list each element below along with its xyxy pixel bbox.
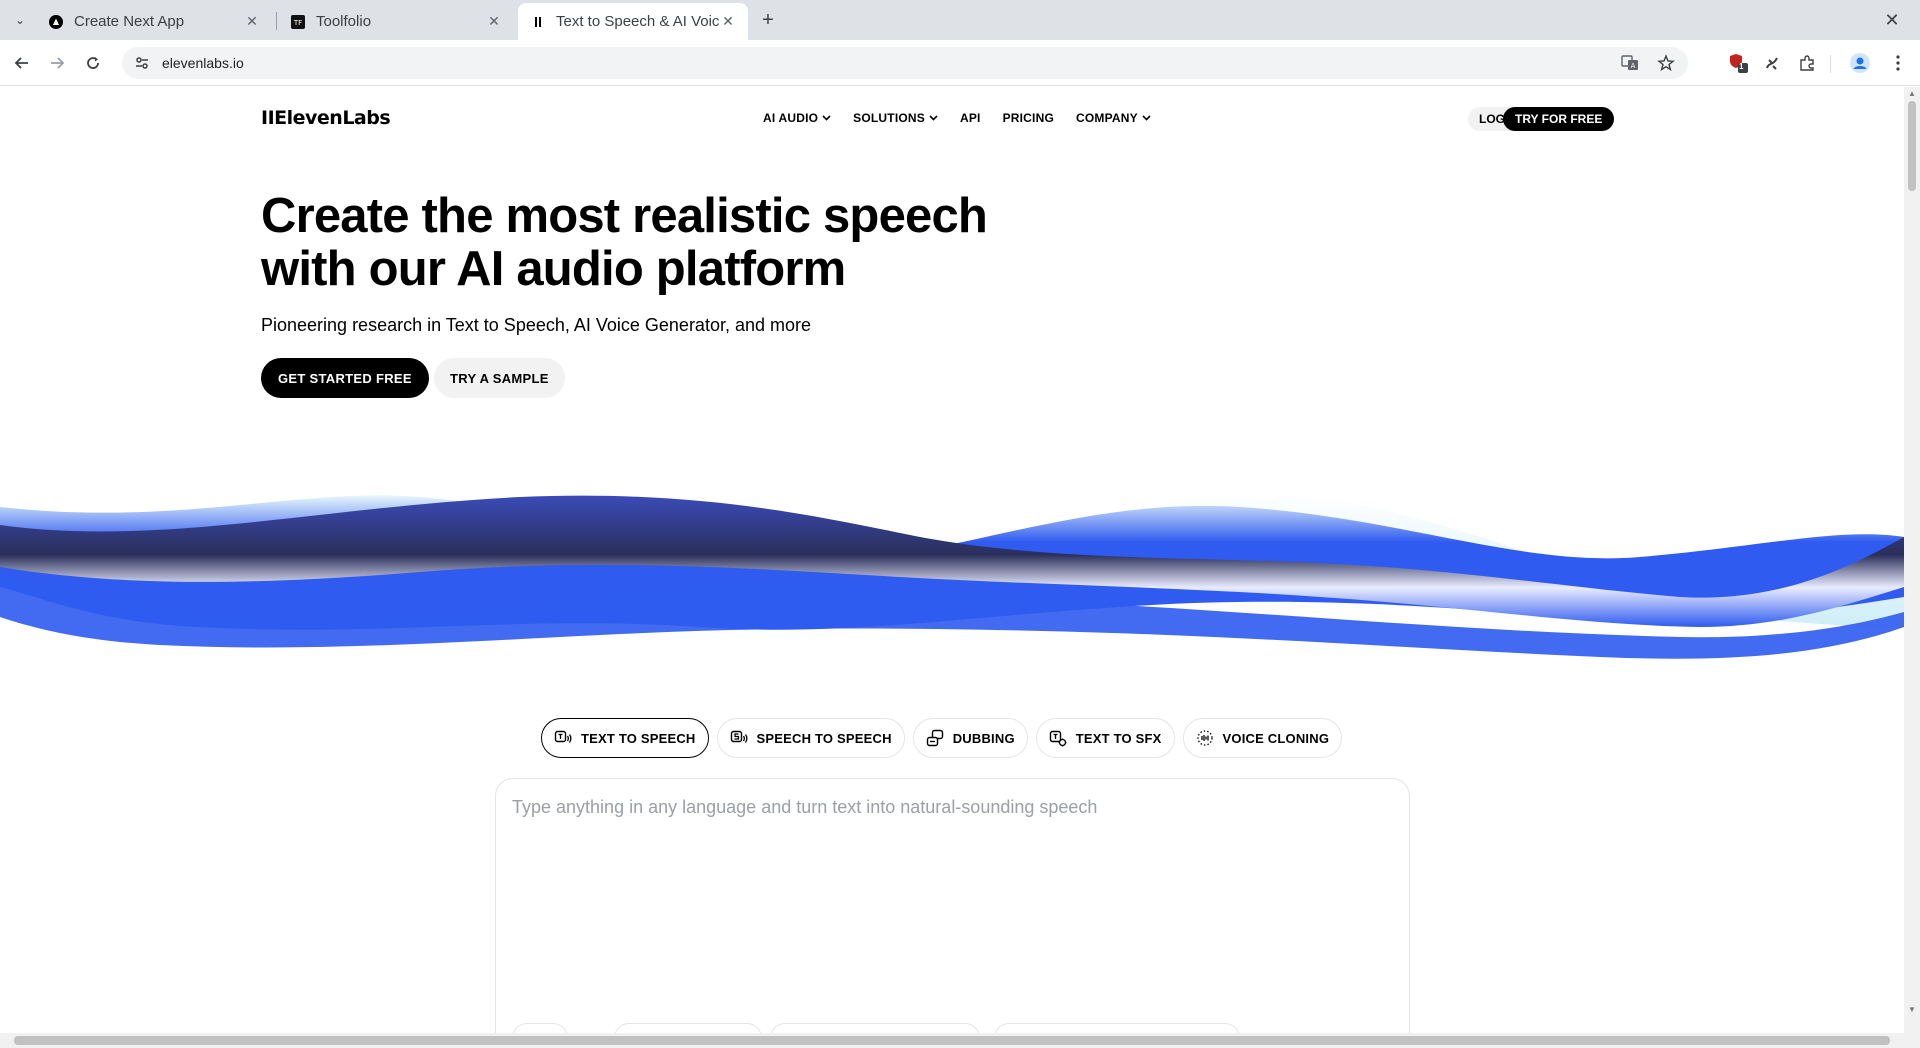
tab-speech-to-speech[interactable]: SPEECH TO SPEECH xyxy=(716,718,905,758)
text-to-sfx-icon xyxy=(1049,730,1067,747)
browser-tab-elevenlabs[interactable]: Text to Speech & AI Voice ✕ xyxy=(518,3,748,40)
browser-menu-kebab-icon[interactable] xyxy=(1884,49,1912,77)
extensions-puzzle-icon[interactable] xyxy=(1793,49,1821,77)
tab-label: TEXT TO SFX xyxy=(1075,730,1162,746)
tab-title: Toolfolio xyxy=(316,13,372,30)
profile-avatar-icon[interactable] xyxy=(1846,49,1874,77)
text-to-speech-icon xyxy=(554,730,572,743)
editor-option-chip[interactable] xyxy=(770,1023,980,1033)
chevron-down-icon xyxy=(822,113,831,123)
nav-label: API xyxy=(959,111,981,125)
audio-wave-graphic xyxy=(0,492,1904,659)
new-tab-plus-icon[interactable]: + xyxy=(756,8,780,32)
product-mode-tabs: TEXT TO SPEECH SPEECH TO SPEECH DUBBING … xyxy=(541,718,1343,758)
extension-badge: 1 xyxy=(1739,62,1744,71)
try-a-sample-button[interactable]: TRY A SAMPLE xyxy=(434,358,565,398)
tab-label: VOICE CLONING xyxy=(1222,730,1330,746)
toolfolio-icon: TF xyxy=(290,14,306,30)
horizontal-scroll-thumb[interactable] xyxy=(14,1036,1890,1045)
nav-label: COMPANY xyxy=(1075,111,1138,125)
url-text: elevenlabs.io xyxy=(162,55,244,71)
speech-to-speech-icon xyxy=(730,730,747,743)
get-started-free-button[interactable]: GET STARTED FREE xyxy=(261,358,429,398)
try-for-free-button[interactable]: TRY FOR FREE xyxy=(1503,107,1615,131)
editor-option-chip[interactable] xyxy=(614,1023,762,1033)
close-icon[interactable]: ✕ xyxy=(244,13,260,30)
scroll-down-arrow-icon[interactable]: ▼ xyxy=(1907,1005,1917,1015)
tab-divider xyxy=(276,12,277,30)
site-header: IIElevenLabs AI AUDIO SOLUTIONS API PRIC… xyxy=(0,87,1904,151)
nav-label: AI AUDIO xyxy=(763,111,819,125)
vertical-scrollbar[interactable]: ▲ ▼ xyxy=(1904,87,1920,1033)
vertical-scroll-thumb[interactable] xyxy=(1908,101,1916,191)
tab-text-to-sfx[interactable]: TEXT TO SFX xyxy=(1035,718,1175,758)
elevenlabs-logo[interactable]: IIElevenLabs xyxy=(261,107,391,129)
scroll-up-arrow-icon[interactable]: ▲ xyxy=(1907,89,1917,99)
browser-toolbar: elevenlabs.io A 1 xyxy=(0,40,1920,86)
tab-voice-cloning[interactable]: VOICE CLONING xyxy=(1182,718,1343,758)
chevron-down-icon xyxy=(929,113,938,123)
main-nav: AI AUDIO SOLUTIONS API PRICING COMPANY xyxy=(763,111,1151,125)
tab-search-chevron-icon[interactable]: ⌄ xyxy=(8,8,32,32)
tab-label: DUBBING xyxy=(952,730,1015,746)
nav-solutions[interactable]: SOLUTIONS xyxy=(853,111,938,125)
bookmark-star-icon[interactable] xyxy=(1654,51,1678,75)
address-bar[interactable]: elevenlabs.io A xyxy=(122,47,1688,79)
hero-title-line-2: with our AI audio platform xyxy=(261,242,846,296)
reload-icon[interactable] xyxy=(79,49,107,77)
editor-option-chip[interactable] xyxy=(994,1023,1240,1033)
back-arrow-icon[interactable] xyxy=(8,49,36,77)
svg-text:TF: TF xyxy=(293,19,302,27)
window-close-icon[interactable]: ✕ xyxy=(1880,8,1904,32)
site-settings-icon[interactable] xyxy=(128,49,156,77)
chevron-down-icon xyxy=(1142,113,1151,123)
close-icon[interactable]: ✕ xyxy=(486,13,502,30)
browser-tab-create-next-app[interactable]: Create Next App ✕ xyxy=(36,3,272,40)
tab-label: TEXT TO SPEECH xyxy=(581,730,696,746)
puzzle-swirl-extension-icon[interactable] xyxy=(1758,49,1786,77)
tts-text-input[interactable] xyxy=(512,797,1392,977)
translate-icon[interactable]: A xyxy=(1618,51,1642,75)
shield-extension-icon[interactable]: 1 xyxy=(1724,49,1752,77)
nav-ai-audio[interactable]: AI AUDIO xyxy=(763,111,831,125)
nav-label: PRICING xyxy=(1002,111,1054,125)
nav-label: SOLUTIONS xyxy=(853,111,925,125)
tab-title: Create Next App xyxy=(74,13,185,30)
voice-cloning-icon xyxy=(1196,730,1213,746)
tab-label: SPEECH TO SPEECH xyxy=(756,730,892,746)
editor-option-chip[interactable] xyxy=(512,1023,568,1033)
browser-tab-toolfolio[interactable]: TF Toolfolio ✕ xyxy=(278,3,514,40)
hero-title: Create the most realistic speech with ou… xyxy=(261,190,1061,296)
close-icon[interactable]: ✕ xyxy=(720,13,736,30)
toolbar-divider xyxy=(1830,55,1831,73)
tts-editor-card xyxy=(495,778,1410,1033)
tab-dubbing[interactable]: DUBBING xyxy=(912,718,1028,758)
svg-text:A: A xyxy=(1631,62,1636,70)
hero-title-line-1: Create the most realistic speech xyxy=(261,189,988,243)
nav-company[interactable]: COMPANY xyxy=(1076,111,1151,125)
horizontal-scrollbar[interactable] xyxy=(0,1033,1920,1048)
forward-arrow-icon[interactable] xyxy=(43,49,71,77)
nextjs-icon xyxy=(48,14,64,30)
tab-text-to-speech[interactable]: TEXT TO SPEECH xyxy=(541,718,709,758)
nav-pricing[interactable]: PRICING xyxy=(1003,111,1054,125)
nav-api[interactable]: API xyxy=(960,111,981,125)
browser-tab-strip: ⌄ Create Next App ✕ TF Toolfolio ✕ Text … xyxy=(0,0,1920,40)
tab-title: Text to Speech & AI Voice xyxy=(556,13,720,30)
elevenlabs-icon xyxy=(530,14,546,30)
dubbing-icon xyxy=(926,729,943,747)
hero-subtitle: Pioneering research in Text to Speech, A… xyxy=(261,315,812,335)
page-viewport: IIElevenLabs AI AUDIO SOLUTIONS API PRIC… xyxy=(0,87,1904,1033)
